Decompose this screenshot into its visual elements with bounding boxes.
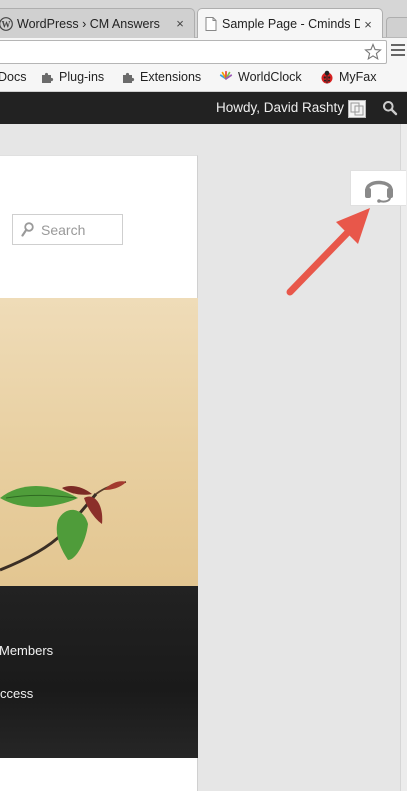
worldclock-icon (219, 70, 233, 84)
howdy-user-link[interactable]: Howdy, David Rashty (216, 100, 344, 115)
bookmark-plugins[interactable]: Plug-ins (40, 70, 104, 84)
puzzle-icon (40, 70, 54, 84)
nav-item-members[interactable]: Members (0, 643, 53, 658)
omnibox[interactable] (0, 40, 387, 64)
tab-close-icon[interactable]: × (360, 17, 376, 32)
headset-icon (364, 180, 393, 203)
tab-wordpress-cm-answers[interactable]: W WordPress › CM Answers × (0, 8, 195, 38)
header-image (0, 298, 198, 586)
tab-title: Sample Page - Cminds D (222, 17, 360, 31)
tab-sample-page[interactable]: Sample Page - Cminds D × (197, 8, 383, 39)
bookmark-label: Extensions (140, 70, 202, 84)
bookmark-extensions[interactable]: Extensions (121, 70, 201, 84)
bookmark-label: Docs (0, 70, 27, 84)
bookmark-docs[interactable]: Docs (0, 70, 26, 84)
tab-strip: W WordPress › CM Answers × Sample Page -… (0, 0, 407, 39)
branch-leaves-image (0, 481, 127, 572)
new-tab-button[interactable] (386, 17, 407, 37)
wp-admin-bar: Howdy, David Rashty (0, 92, 407, 124)
browser-window: W WordPress › CM Answers × Sample Page -… (0, 0, 407, 791)
bookmarks-bar: Docs Plug-ins Extensions WorldClock MyFa… (0, 66, 407, 92)
search-icon[interactable] (382, 100, 398, 116)
ladybug-icon (320, 70, 334, 84)
pointer-arrow-annotation (286, 208, 370, 296)
bookmark-star-icon[interactable] (364, 43, 382, 61)
site-navigation: Members ccess (0, 586, 198, 758)
puzzle-icon (121, 70, 135, 84)
page-icon (204, 17, 218, 31)
tab-title: WordPress › CM Answers (17, 16, 160, 31)
bookmark-myfax[interactable]: MyFax (320, 70, 377, 84)
bookmark-label: MyFax (339, 70, 377, 84)
bookmark-label: Plug-ins (59, 70, 105, 84)
search-icon (21, 222, 34, 237)
bookmark-label: WorldClock (238, 70, 302, 84)
bookmark-worldclock[interactable]: WorldClock (219, 70, 302, 84)
wordpress-icon: W (0, 16, 13, 31)
content-area (0, 759, 198, 791)
page-scrollbar[interactable] (400, 124, 407, 791)
user-avatar[interactable] (348, 100, 366, 118)
tab-close-icon[interactable]: × (172, 16, 188, 31)
site-search-input[interactable]: Search (12, 214, 123, 245)
chrome-menu-icon[interactable] (391, 44, 405, 58)
search-placeholder: Search (41, 221, 86, 238)
address-row (0, 38, 407, 66)
svg-text:W: W (2, 19, 11, 29)
nav-item-access[interactable]: ccess (0, 686, 33, 701)
